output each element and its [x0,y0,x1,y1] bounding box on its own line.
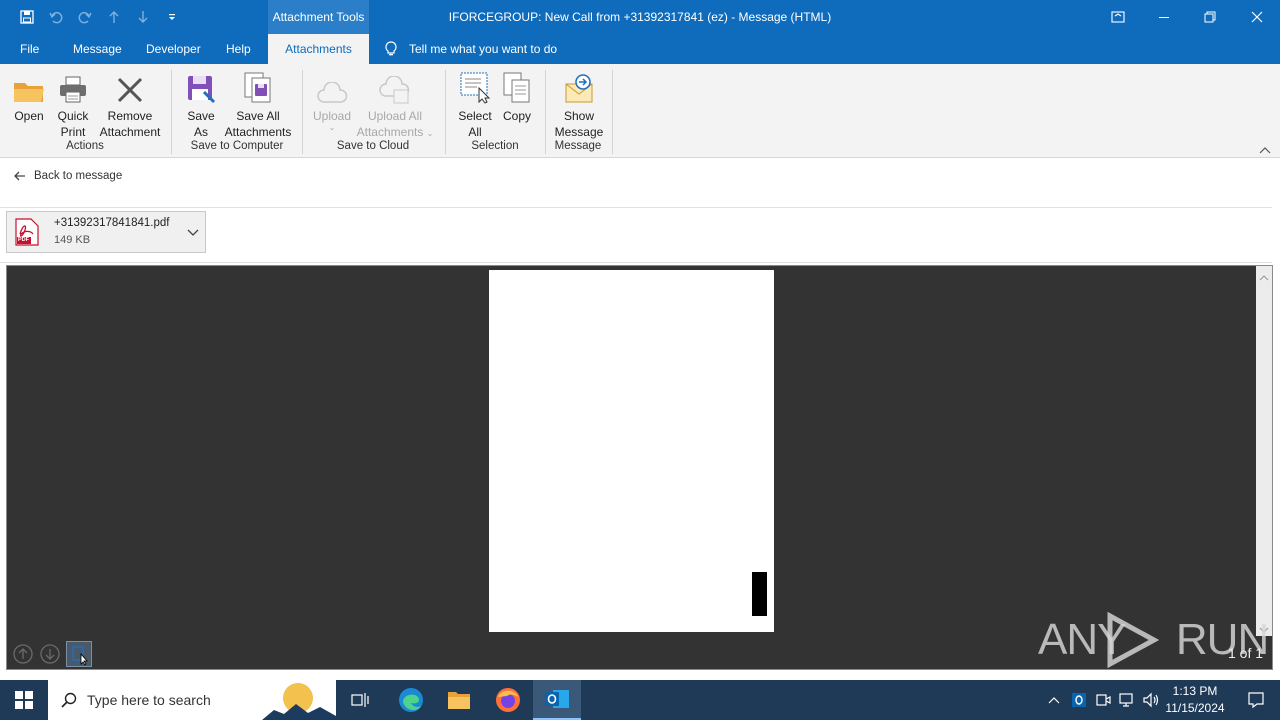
save-all-attachments-button[interactable]: Save All Attachments [222,70,294,140]
outlook-taskbar-icon[interactable] [533,680,581,720]
search-highlight-image [262,680,336,723]
page-counter: 1 of 1 [1228,645,1264,661]
previous-item-icon[interactable] [99,0,128,34]
tab-file[interactable]: File [20,34,39,64]
remove-attachment-button[interactable]: Remove Attachment [96,70,164,140]
tab-developer[interactable]: Developer [146,34,201,64]
tell-me-label: Tell me what you want to do [409,42,558,56]
chevron-down-icon[interactable] [187,226,199,240]
vertical-scrollbar[interactable] [1256,266,1272,636]
minimize-button[interactable] [1141,0,1187,34]
open-button[interactable]: Open [8,70,50,124]
folder-icon [8,70,50,104]
meet-now-icon[interactable] [1091,680,1115,720]
undo-icon[interactable] [41,0,70,34]
group-label-save-to-computer: Save to Computer [190,140,284,152]
redo-icon[interactable] [70,0,99,34]
play-logo-icon [1107,612,1160,668]
edge-icon[interactable] [387,680,435,720]
tab-help[interactable]: Help [226,34,251,64]
show-message-icon [552,70,606,104]
group-label-actions: Actions [66,140,104,152]
search-icon [61,692,77,708]
pdf-page [489,270,774,632]
customize-qat-icon[interactable] [157,0,186,34]
chevron-down-icon: ⌄ [328,123,336,132]
taskbar-search-box[interactable]: Type here to search [48,680,336,720]
group-divider [612,70,613,154]
firefox-icon[interactable] [484,680,532,720]
start-button[interactable] [0,680,48,720]
group-divider [545,70,546,154]
show-message-button[interactable]: Show Message [552,70,606,140]
clock-time: 1:13 PM [1172,684,1218,698]
back-to-message-link[interactable]: Back to message [14,167,122,185]
save-icon[interactable] [12,0,41,34]
pdf-file-icon: PDF [15,218,39,249]
group-label-save-to-cloud: Save to Cloud [336,140,410,152]
group-label-message: Message [554,140,602,152]
attachment-filename: +31392317841841.pdf [54,217,170,229]
collapse-ribbon-icon[interactable] [1259,143,1271,157]
divider [0,207,1272,208]
cloud-icon [310,70,354,104]
notifications-icon[interactable] [1232,680,1280,720]
save-as-icon [182,70,220,104]
task-view-icon[interactable] [336,680,384,720]
cloud-upload-icon [354,70,436,104]
previous-page-icon[interactable] [12,643,34,668]
scroll-up-icon[interactable] [1259,270,1269,284]
select-all-icon [455,70,495,104]
group-divider [445,70,446,154]
divider [0,262,1272,263]
fit-page-icon[interactable] [66,641,92,667]
tell-me-search[interactable]: Tell me what you want to do [384,34,557,64]
back-arrow-icon [14,171,26,181]
copy-button[interactable]: Copy [499,70,535,124]
group-divider [171,70,172,154]
next-item-icon[interactable] [128,0,157,34]
group-divider [302,70,303,154]
network-icon[interactable] [1115,680,1139,720]
tab-message[interactable]: Message [73,34,122,64]
upload-button[interactable]: Upload ⌄ [310,70,354,132]
save-as-button[interactable]: Save As [182,70,220,140]
search-placeholder: Type here to search [87,692,211,708]
ribbon-display-options-icon[interactable] [1095,0,1141,34]
window-title: IFORCEGROUP: New Call from +31392317841 … [448,10,832,24]
quick-print-button[interactable]: Quick Print [53,70,93,140]
remove-x-icon [96,70,164,104]
quick-access-toolbar [0,0,186,34]
show-hidden-icons[interactable] [1042,680,1066,720]
clock-date: 11/15/2024 [1165,701,1225,715]
next-page-icon[interactable] [39,643,61,668]
copy-icon [499,70,535,104]
select-all-button[interactable]: Select All [455,70,495,140]
taskbar-clock[interactable]: 1:13 PM 11/15/2024 [1160,683,1230,717]
page-black-mark [752,572,767,616]
attachment-card[interactable]: PDF +31392317841841.pdf 149 KB [6,211,206,253]
upload-all-attachments-button[interactable]: Upload All Attachments ⌄ [354,70,436,142]
outlook-tray-icon[interactable] [1067,680,1091,720]
attachment-size: 149 KB [54,234,91,246]
windows-icon [15,691,33,709]
file-explorer-icon[interactable] [435,680,483,720]
group-label-selection: Selection [471,140,519,152]
save-all-icon [222,70,294,104]
tab-attachments[interactable]: Attachments [268,34,369,64]
restore-button[interactable] [1187,0,1233,34]
printer-icon [53,70,93,104]
chevron-down-icon: ⌄ [426,129,434,138]
lightbulb-icon [384,41,398,57]
attachment-tools-context-label: Attachment Tools [268,0,369,34]
close-button[interactable] [1234,0,1280,34]
